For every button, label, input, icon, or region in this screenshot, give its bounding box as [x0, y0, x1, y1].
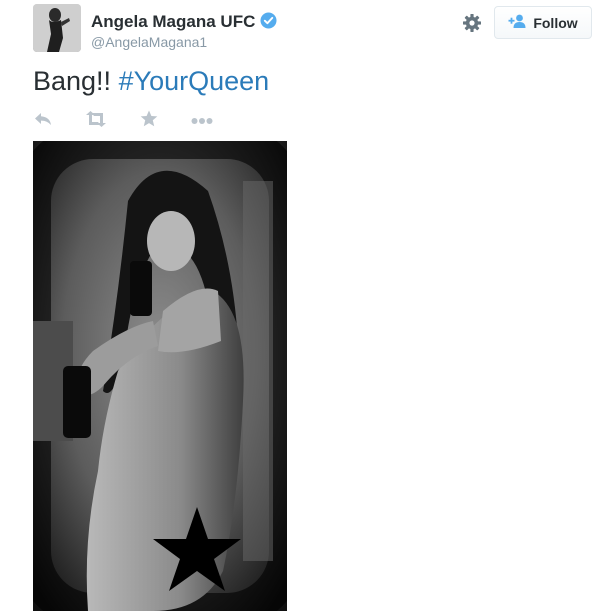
tweet: Angela Magana UFC @AngelaMagana1 Follow …	[0, 0, 599, 611]
retweet-icon[interactable]	[85, 110, 107, 132]
tweet-text-body: Bang!!	[33, 66, 119, 96]
gear-icon[interactable]	[462, 13, 482, 38]
follow-button-label: Follow	[533, 14, 578, 31]
tweet-photo[interactable]	[33, 141, 287, 611]
verified-badge-icon	[260, 12, 277, 34]
follow-person-icon	[508, 14, 527, 31]
display-name-text: Angela Magana UFC	[91, 12, 256, 31]
more-icon[interactable]	[191, 112, 213, 130]
favorite-icon[interactable]	[140, 110, 158, 132]
tweet-text: Bang!! #YourQueen	[33, 66, 269, 97]
display-name[interactable]: Angela Magana UFC	[91, 12, 277, 34]
user-handle[interactable]: @AngelaMagana1	[91, 34, 207, 50]
tweet-actions	[34, 110, 246, 132]
avatar[interactable]	[33, 4, 81, 52]
reply-icon[interactable]	[34, 111, 52, 132]
follow-button[interactable]: Follow	[494, 6, 592, 39]
hashtag-link[interactable]: #YourQueen	[119, 66, 270, 96]
